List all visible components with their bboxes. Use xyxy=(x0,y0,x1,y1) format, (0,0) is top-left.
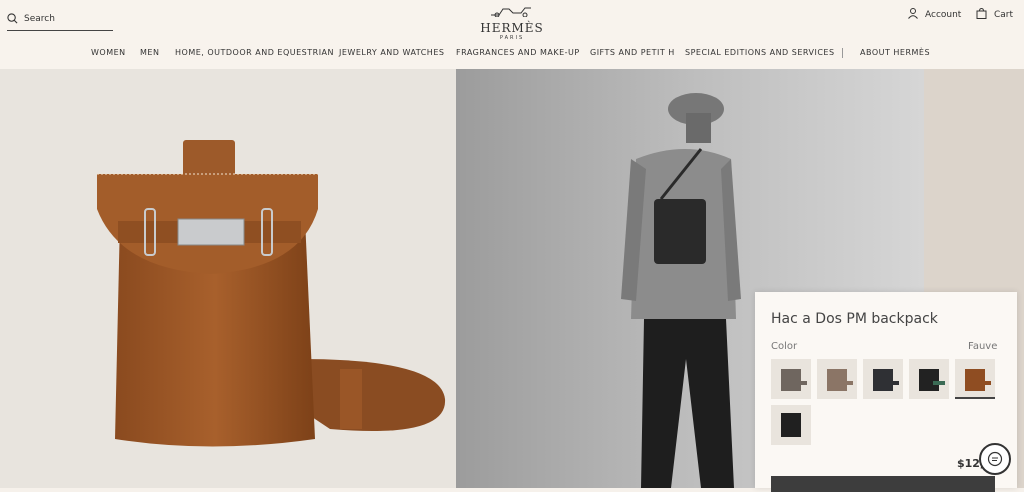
bag-icon xyxy=(976,7,987,22)
account-label[interactable]: Account xyxy=(925,10,961,20)
search-label[interactable]: Search xyxy=(24,14,55,24)
logo-subtitle: PARIS xyxy=(499,35,525,41)
carriage-logo-icon xyxy=(491,7,531,18)
logo-wordmark: HERMÈS xyxy=(480,21,544,35)
nav-item-home[interactable]: HOME, OUTDOOR AND EQUESTRIAN xyxy=(175,48,334,57)
bag-thumbnail-icon xyxy=(873,369,899,391)
nav-item-special-editions[interactable]: SPECIAL EDITIONS AND SERVICES xyxy=(685,48,835,57)
bag-illustration xyxy=(97,140,446,447)
color-swatch[interactable] xyxy=(817,359,857,399)
color-swatch[interactable] xyxy=(771,359,811,399)
nav-divider xyxy=(842,48,843,58)
nav-item-women[interactable]: WOMEN xyxy=(91,48,126,57)
product-card: Hac a Dos PM backpack Color Fauve $12, xyxy=(755,292,1017,492)
search-field[interactable]: Search xyxy=(7,9,113,31)
product-image-bag[interactable] xyxy=(0,69,456,488)
bag-thumbnail-icon xyxy=(827,369,853,391)
cart-label[interactable]: Cart xyxy=(994,10,1013,20)
nav-item-gifts[interactable]: GIFTS AND PETIT H xyxy=(590,48,675,57)
color-swatch[interactable] xyxy=(863,359,903,399)
nav-item-fragrances[interactable]: FRAGRANCES AND MAKE-UP xyxy=(456,48,580,57)
color-swatch-selected[interactable] xyxy=(955,359,995,399)
color-swatch[interactable] xyxy=(771,405,811,445)
account-link[interactable]: Account xyxy=(908,8,961,22)
nav-item-about[interactable]: ABOUT HERMÈS xyxy=(860,48,930,57)
color-swatch[interactable] xyxy=(909,359,949,399)
site-header: Search HERMÈS PARIS Account Cart WOMEN M… xyxy=(0,0,1024,69)
color-label: Color xyxy=(771,341,798,352)
nav-item-men[interactable]: MEN xyxy=(140,48,159,57)
add-to-cart-button[interactable] xyxy=(771,476,995,492)
user-icon xyxy=(908,8,918,22)
chat-icon xyxy=(987,451,1003,467)
bag-thumbnail-icon xyxy=(919,369,945,391)
bag-thumbnail-icon xyxy=(781,369,807,391)
brand-logo[interactable]: HERMÈS PARIS xyxy=(470,2,554,41)
color-value: Fauve xyxy=(968,341,998,352)
cart-link[interactable]: Cart xyxy=(976,7,1013,22)
bag-thumbnail-icon xyxy=(965,369,991,391)
chat-button[interactable] xyxy=(979,443,1011,475)
nav-item-jewelry[interactable]: JEWELRY AND WATCHES xyxy=(339,48,444,57)
search-icon xyxy=(7,9,18,28)
product-title: Hac a Dos PM backpack xyxy=(771,311,938,327)
bag-thumbnail-icon xyxy=(781,413,801,437)
